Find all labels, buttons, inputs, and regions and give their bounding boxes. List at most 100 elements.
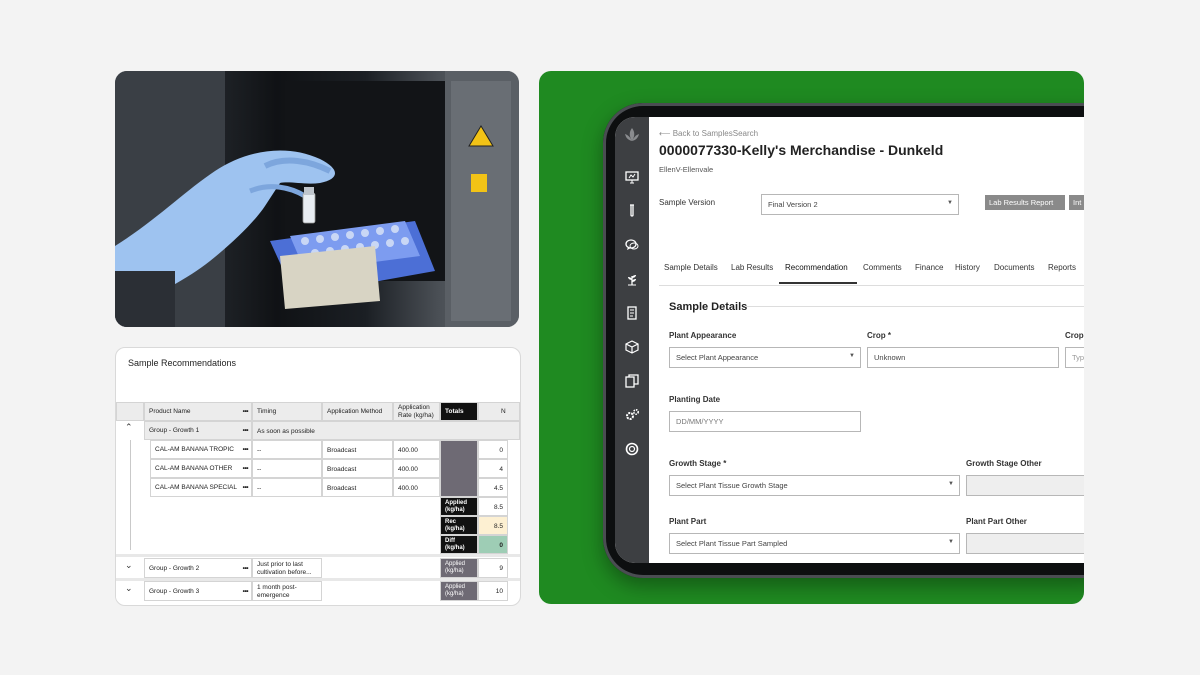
required-mark: *: [723, 459, 727, 468]
rate-cell: 400.00: [393, 459, 440, 478]
gears-icon[interactable]: [615, 401, 649, 429]
growth-stage-other-input[interactable]: [966, 475, 1084, 496]
group-3-toggle[interactable]: ⌄: [116, 581, 144, 601]
table-row[interactable]: CAL-AM BANANA TROPIC ••• -- Broadcast 40…: [116, 440, 520, 497]
required-mark: *: [887, 331, 892, 340]
sample-version-value: Final Version 2: [768, 200, 818, 209]
section-divider: [745, 306, 1084, 307]
plant-appearance-value: Select Plant Appearance: [676, 353, 759, 362]
header-product-name[interactable]: Product Name •••: [144, 402, 252, 421]
growth-stage-label-text: Growth Stage: [669, 459, 722, 468]
product-name: CAL-AM BANANA OTHER: [155, 465, 233, 472]
applied-n: 8.5: [478, 497, 508, 516]
recommendations-title: Sample Recommendations: [128, 358, 237, 368]
truncated-button[interactable]: Int: [1069, 195, 1084, 210]
table-row[interactable]: CAL-AM BANANA SPECIAL ••• -- Broadcast 4…: [116, 478, 520, 497]
method-cell: Broadcast: [322, 459, 393, 478]
table-header-row: Product Name ••• Timing Application Meth…: [116, 402, 520, 421]
header-timing[interactable]: Timing: [252, 402, 322, 421]
rec-n: 8.5: [478, 516, 508, 535]
lab-photo-illustration: [115, 71, 519, 327]
lab-results-report-button[interactable]: Lab Results Report: [985, 195, 1065, 210]
timing-cell: --: [252, 440, 322, 459]
chevron-down-icon[interactable]: ⌄: [125, 561, 133, 570]
group-2-applied-label: Applied (kg/ha): [440, 558, 478, 578]
table-row[interactable]: CAL-AM BANANA OTHER ••• -- Broadcast 400…: [116, 459, 520, 478]
tab-comments[interactable]: Comments: [863, 263, 902, 272]
section-title: Sample Details: [669, 301, 748, 313]
group-2-applied-n: 9: [478, 558, 508, 578]
group-1-name: Group - Growth 1 •••: [144, 421, 252, 440]
column-menu-icon[interactable]: •••: [243, 408, 249, 416]
row-menu-icon[interactable]: •••: [243, 446, 249, 454]
copy-icon[interactable]: [615, 367, 649, 395]
group-1-toggle[interactable]: ⌃: [116, 421, 144, 440]
tab-divider: [659, 285, 1084, 286]
presentation-icon[interactable]: [615, 163, 649, 191]
growth-stage-select[interactable]: Select Plant Tissue Growth Stage ▼: [669, 475, 960, 496]
group-row-1[interactable]: ⌃ Group - Growth 1 ••• As soon as possib…: [116, 421, 520, 440]
tab-sample-details[interactable]: Sample Details: [664, 263, 718, 272]
plant-part-value: Select Plant Tissue Part Sampled: [676, 539, 788, 548]
group-2-toggle[interactable]: ⌄: [116, 558, 144, 578]
header-application-rate[interactable]: Application Rate (kg/ha): [393, 402, 440, 421]
leaf-logo-icon[interactable]: [615, 121, 649, 149]
rec-label: Rec (kg/ha): [440, 516, 478, 535]
planting-date-input[interactable]: DD/MM/YYYY: [669, 411, 861, 432]
row-menu-icon[interactable]: •••: [243, 465, 249, 473]
group-menu-icon[interactable]: •••: [243, 427, 249, 435]
box-icon[interactable]: [615, 333, 649, 361]
plant-appearance-label: Plant Appearance: [669, 331, 737, 340]
crop-other-input[interactable]: Typ: [1065, 347, 1084, 368]
product-name-cell: CAL-AM BANANA TROPIC •••: [150, 440, 252, 459]
tab-recommendation[interactable]: Recommendation: [785, 263, 848, 272]
group-3-name: Group - Growth 3 •••: [144, 581, 252, 601]
plant-appearance-select[interactable]: Select Plant Appearance ▼: [669, 347, 861, 368]
method-cell: Broadcast: [322, 440, 393, 459]
growth-stage-label: Growth Stage *: [669, 459, 726, 468]
document-icon[interactable]: [615, 299, 649, 327]
tablet-showcase-panel: ⟵ Back to SamplesSearch 0000077330-Kelly…: [539, 71, 1084, 604]
header-totals: Totals: [440, 402, 478, 421]
row-menu-icon[interactable]: •••: [243, 484, 249, 492]
group-3-timing: 1 month post-emergence: [252, 581, 322, 601]
back-link[interactable]: ⟵ Back to SamplesSearch: [659, 129, 758, 138]
plant-icon[interactable]: [615, 265, 649, 293]
totals-row-rec: Rec (kg/ha) 8.5: [116, 516, 520, 535]
tablet-screen: ⟵ Back to SamplesSearch 0000077330-Kelly…: [615, 117, 1084, 563]
tab-history[interactable]: History: [955, 263, 980, 272]
plant-part-other-label: Plant Part Other: [966, 517, 1027, 526]
method-cell: Broadcast: [322, 478, 393, 497]
tab-lab-results[interactable]: Lab Results: [731, 263, 773, 272]
chevron-down-icon[interactable]: ⌄: [125, 584, 133, 593]
plant-part-other-input[interactable]: [966, 533, 1084, 554]
crop-label: Crop *: [867, 331, 891, 340]
group-1-timing: As soon as possible: [252, 421, 520, 440]
group-row-2[interactable]: ⌄ Group - Growth 2 ••• Just prior to las…: [116, 558, 520, 578]
plant-part-select[interactable]: Select Plant Tissue Part Sampled ▼: [669, 533, 960, 554]
crop-input[interactable]: Unknown: [867, 347, 1059, 368]
page-title: 0000077330-Kelly's Merchandise - Dunkeld: [659, 142, 944, 158]
crop-label-text: Crop: [867, 331, 886, 340]
header-application-method[interactable]: Application Method: [322, 402, 393, 421]
header-n[interactable]: N: [478, 402, 520, 421]
chevron-up-icon[interactable]: ⌃: [125, 423, 133, 432]
lifebuoy-icon[interactable]: [615, 435, 649, 463]
timing-cell: --: [252, 459, 322, 478]
group-menu-icon[interactable]: •••: [243, 565, 249, 573]
arrow-left-icon: ⟵: [659, 129, 673, 138]
tab-documents[interactable]: Documents: [994, 263, 1034, 272]
group-menu-icon[interactable]: •••: [243, 588, 249, 596]
lab-photo: [115, 71, 519, 327]
test-tube-icon[interactable]: [615, 197, 649, 225]
chat-icon[interactable]: [615, 231, 649, 259]
group-2-name-label: Group - Growth 2: [149, 565, 200, 572]
tab-finance[interactable]: Finance: [915, 263, 943, 272]
app-sidebar: [615, 117, 649, 563]
plant-part-label: Plant Part: [669, 517, 707, 526]
product-name: CAL-AM BANANA TROPIC: [155, 446, 234, 453]
sample-version-select[interactable]: Final Version 2 ▼: [761, 194, 959, 215]
rate-cell: 400.00: [393, 440, 440, 459]
group-row-3[interactable]: ⌄ Group - Growth 3 ••• 1 month post-emer…: [116, 581, 520, 601]
tab-reports[interactable]: Reports: [1048, 263, 1076, 272]
